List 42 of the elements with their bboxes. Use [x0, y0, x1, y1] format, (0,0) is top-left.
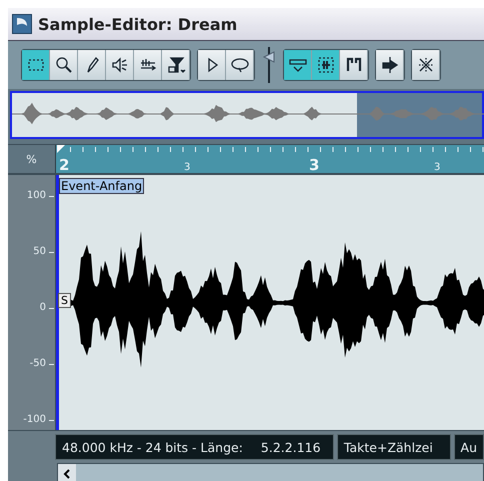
axis-label: 100 — [26, 190, 46, 202]
unit-label: % — [25, 152, 38, 168]
length-value: 5.2.2.116 — [260, 440, 321, 454]
loop-tool-button[interactable] — [226, 50, 254, 80]
speaker-tool-button[interactable] — [106, 50, 134, 80]
window-title: Sample-Editor: Dream — [38, 14, 238, 34]
zoom-icon — [54, 55, 74, 75]
scrub-tool-button[interactable] — [134, 50, 162, 80]
event-start-label[interactable]: Event-Anfang — [59, 178, 144, 194]
axis-label: 0 — [40, 302, 46, 314]
region-tool-button[interactable] — [312, 50, 340, 80]
snap-tool-button[interactable] — [162, 50, 190, 80]
ruler-label: 2 — [59, 158, 70, 173]
brackets-tool-button[interactable] — [340, 50, 368, 80]
sync-marker[interactable]: S — [58, 293, 71, 308]
ruler-label: 3 — [184, 163, 190, 173]
crossfade-tool-button[interactable] — [412, 50, 440, 80]
start-marker-icon — [57, 145, 65, 153]
display-format-field[interactable]: Takte+Zählzei — [336, 434, 451, 460]
app-icon — [12, 14, 32, 34]
overview-panel[interactable] — [10, 91, 484, 139]
status-field[interactable]: Au — [454, 434, 484, 460]
zoom-tool-button[interactable] — [50, 50, 78, 80]
speaker-icon — [110, 55, 130, 75]
chevron-left-icon — [63, 469, 71, 479]
play-tool-button[interactable] — [198, 50, 226, 80]
horizontal-scrollbar[interactable] — [57, 463, 484, 481]
split-tool-button[interactable] — [376, 50, 404, 80]
ruler-label: 3 — [434, 163, 440, 173]
pencil-tool-button[interactable] — [78, 50, 106, 80]
level-fader[interactable] — [262, 45, 276, 85]
snap-icon — [166, 55, 186, 75]
axis-label: 50 — [33, 246, 46, 258]
scroll-left-button[interactable] — [58, 464, 76, 481]
format-info: 48.000 kHz - 24 bits - Länge: — [62, 440, 243, 454]
axis-label: -100 — [23, 414, 46, 426]
split-icon — [380, 55, 400, 75]
hitpoints-tool-button[interactable] — [284, 50, 312, 80]
range-tool-button[interactable] — [22, 50, 50, 80]
axis-label: -50 — [30, 358, 46, 370]
region-icon — [316, 55, 336, 75]
ruler-label: 3 — [309, 158, 320, 173]
